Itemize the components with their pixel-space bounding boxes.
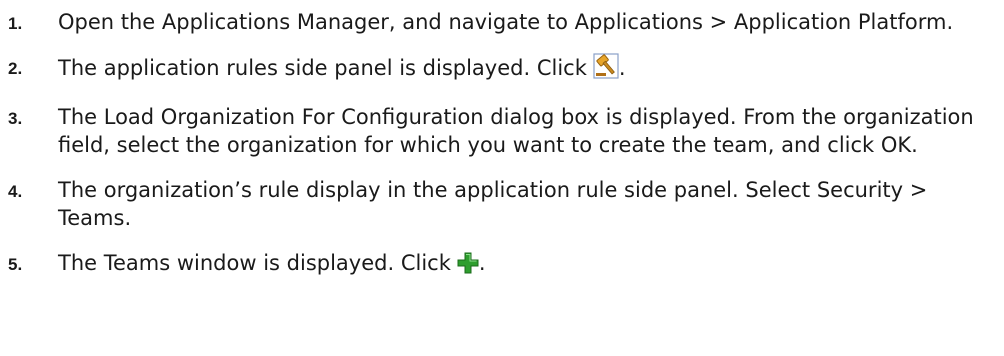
gavel-icon <box>593 53 619 86</box>
step-text: The application rules side panel is disp… <box>58 56 587 80</box>
step-number: 1. <box>8 14 23 33</box>
step-5: 5. The Teams window is displayed. Click … <box>0 249 1004 281</box>
steps-list: 1. Open the Applications Manager, and na… <box>0 8 1004 281</box>
step-number: 5. <box>8 255 23 274</box>
step-number: 2. <box>8 59 23 78</box>
add-plus-icon <box>457 252 479 281</box>
step-number: 4. <box>8 182 23 201</box>
step-3: 3. The Load Organization For Configurati… <box>0 103 1004 159</box>
step-4: 4. The organization’s rule display in th… <box>0 176 1004 232</box>
instruction-page: 1. Open the Applications Manager, and na… <box>0 0 1004 356</box>
step-after: . <box>478 251 486 275</box>
step-2: 2. The application rules side panel is d… <box>0 53 1004 86</box>
step-number: 3. <box>8 109 23 128</box>
step-1: 1. Open the Applications Manager, and na… <box>0 8 1004 36</box>
step-text: The Teams window is displayed. Click <box>58 251 451 275</box>
step-text: The organization’s rule display in the a… <box>58 178 928 230</box>
step-after: . <box>618 56 626 80</box>
step-text: The Load Organization For Configuration … <box>58 105 974 157</box>
step-text: Open the Applications Manager, and navig… <box>58 10 954 34</box>
